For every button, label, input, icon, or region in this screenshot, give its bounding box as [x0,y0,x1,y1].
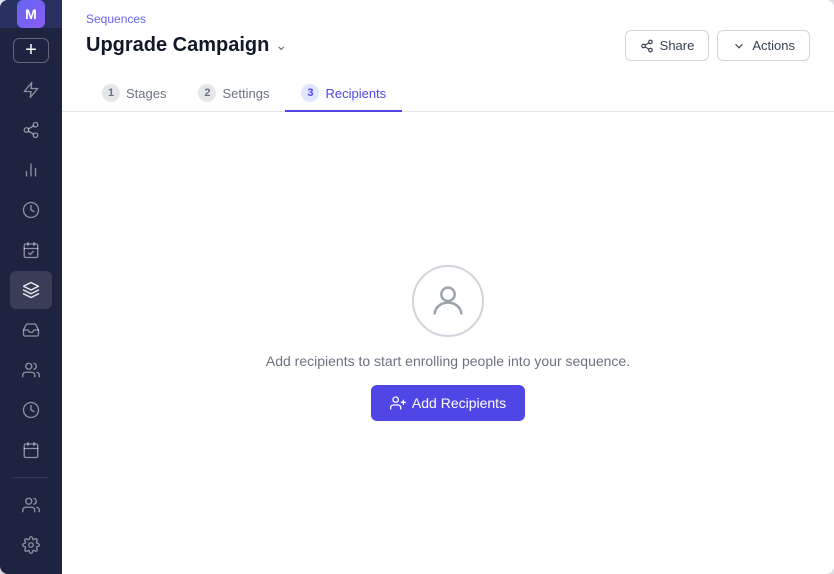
empty-state-message: Add recipients to start enrolling people… [266,353,630,369]
actions-button[interactable]: Actions [717,30,810,61]
add-recipients-button[interactable]: Add Recipients [371,385,525,421]
empty-recipients-icon [412,265,484,337]
main-content: Sequences Upgrade Campaign ⌄ Share Actio… [62,0,834,574]
add-recipients-label: Add Recipients [412,395,506,411]
sidebar-item-activity[interactable] [10,191,52,229]
sidebar-item-settings[interactable] [10,526,52,564]
sidebar-item-history[interactable] [10,391,52,429]
sidebar-item-calendar[interactable] [10,431,52,469]
tab-recipients-label: Recipients [325,86,386,101]
header-row: Upgrade Campaign ⌄ Share Actions [86,30,810,61]
sidebar: M + [0,0,62,574]
sidebar-item-sequences[interactable] [10,111,52,149]
tab-stages-number: 1 [102,84,120,102]
sidebar-item-layers[interactable] [10,271,52,309]
logo[interactable]: M [0,0,62,28]
header-actions: Share Actions [625,30,810,61]
page-header: Sequences Upgrade Campaign ⌄ Share Actio… [62,0,834,112]
sidebar-nav [0,71,62,574]
tab-recipients-number: 3 [301,84,319,102]
breadcrumb: Sequences [86,12,810,26]
share-button[interactable]: Share [625,30,710,61]
sidebar-item-notifications[interactable] [10,566,52,574]
tab-stages[interactable]: 1 Stages [86,76,182,112]
sidebar-item-tasks[interactable] [10,231,52,269]
sidebar-item-analytics[interactable] [10,151,52,189]
page-title: Upgrade Campaign [86,34,269,57]
tab-settings[interactable]: 2 Settings [182,76,285,112]
empty-state: Add recipients to start enrolling people… [62,112,834,574]
app-container: M + [0,0,834,574]
logo-mark: M [17,0,45,28]
chevron-down-icon[interactable]: ⌄ [275,37,287,54]
add-recipients-icon [390,395,406,411]
sidebar-item-team[interactable] [10,486,52,524]
share-icon [640,39,654,53]
tab-settings-number: 2 [198,84,216,102]
add-button[interactable]: + [13,38,49,63]
page-title-group: Upgrade Campaign ⌄ [86,34,287,57]
sidebar-item-inbox[interactable] [10,311,52,349]
tab-stages-label: Stages [126,86,166,101]
tab-settings-label: Settings [222,86,269,101]
tabs: 1 Stages 2 Settings 3 Recipients [86,75,810,111]
chevron-down-icon [732,39,746,53]
sidebar-item-contacts[interactable] [10,351,52,389]
tab-recipients[interactable]: 3 Recipients [285,76,402,112]
sidebar-divider [13,477,49,478]
sidebar-item-lightning[interactable] [10,71,52,109]
